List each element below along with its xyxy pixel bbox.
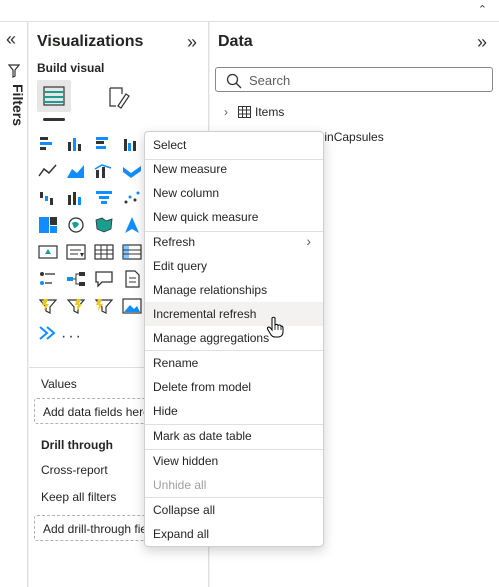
get-more-visuals-icon[interactable] [37, 323, 59, 343]
menu-item-new-column[interactable]: New column [145, 181, 323, 205]
menu-item-incremental-refresh[interactable]: Incremental refresh [145, 302, 323, 326]
waterfall-chart-icon[interactable] [37, 188, 59, 208]
tree-item-items[interactable]: › Items [224, 105, 284, 119]
drill-through-label: Drill through [41, 438, 113, 452]
keep-all-filters-label: Keep all filters [41, 490, 117, 504]
hand-cursor-icon [266, 316, 284, 338]
menu-item-select[interactable]: Select [145, 133, 323, 157]
power-apps-icon[interactable] [65, 296, 87, 316]
menu-item-collapse-all[interactable]: Collapse all [145, 498, 323, 522]
qa-visual-icon[interactable] [93, 269, 115, 289]
azure-map-icon[interactable] [121, 215, 143, 235]
menu-item-new-measure[interactable]: New measure [145, 157, 323, 181]
key-influencers-icon[interactable] [37, 269, 59, 289]
pane-title: Visualizations [37, 33, 144, 50]
build-visual-icon [43, 86, 65, 106]
menu-item-expand-all[interactable]: Expand all [145, 522, 323, 546]
table-icon [238, 106, 251, 118]
build-visual-button[interactable] [37, 80, 71, 112]
menu-item-mark-as-date-table[interactable]: Mark as date table [145, 424, 323, 448]
funnel-icon [8, 64, 20, 78]
smart-narrative-icon[interactable] [121, 269, 143, 289]
menu-item-delete-from-model[interactable]: Delete from model [145, 375, 323, 399]
tree-item-label: Items [255, 105, 285, 119]
line-and-column-chart-icon[interactable] [93, 161, 115, 181]
search-icon [226, 73, 242, 89]
menu-item-edit-query[interactable]: Edit query [145, 254, 323, 278]
more-visuals-ellipsis[interactable]: ··· [61, 328, 83, 346]
menu-item-new-quick-measure[interactable]: New quick measure [145, 205, 323, 229]
selected-indicator [43, 118, 65, 121]
build-visual-label: Build visual [37, 61, 105, 75]
format-brush-icon [109, 87, 130, 109]
menu-item-unhide-all: Unhide all [153, 478, 207, 492]
menu-item-manage-aggregations[interactable]: Manage aggregations [145, 326, 323, 350]
menu-item-manage-relationships[interactable]: Manage relationships [145, 278, 323, 302]
table-icon[interactable] [93, 242, 115, 262]
search-placeholder: Search [249, 73, 291, 88]
chevron-right-icon: › [306, 233, 311, 249]
matrix-icon[interactable] [121, 242, 143, 262]
top-strip: ⌃ [0, 0, 499, 22]
cross-report-label: Cross-report [41, 463, 108, 477]
map-icon[interactable] [65, 215, 87, 235]
double-chevron-right-icon[interactable]: » [477, 32, 487, 53]
paginated-report-icon[interactable] [93, 296, 115, 316]
area-chart-icon[interactable] [65, 161, 87, 181]
filters-label[interactable]: Filters [2, 84, 26, 144]
format-visual-button[interactable] [101, 80, 135, 112]
menu-item-hide[interactable]: Hide [145, 399, 323, 423]
chevron-right-icon[interactable]: › [224, 105, 236, 119]
line-clustered-column-icon[interactable] [65, 188, 87, 208]
menu-item-refresh[interactable]: Refresh › [145, 230, 323, 254]
clustered-bar-chart-icon[interactable] [93, 134, 115, 154]
menu-item-rename[interactable]: Rename [145, 351, 323, 375]
line-chart-icon[interactable] [37, 161, 59, 181]
values-label: Values [41, 377, 77, 391]
image-visual-icon[interactable] [121, 296, 143, 316]
power-automate-icon[interactable] [37, 296, 59, 316]
chevron-up-icon[interactable]: ⌃ [478, 3, 487, 16]
slicer-icon[interactable] [65, 242, 87, 262]
stacked-bar-chart-icon[interactable] [37, 134, 59, 154]
ribbon-chart-icon[interactable] [121, 161, 143, 181]
menu-item-view-hidden[interactable]: View hidden [145, 449, 323, 473]
scatter-chart-icon[interactable] [121, 188, 143, 208]
treemap-icon[interactable] [37, 215, 59, 235]
decomposition-tree-icon[interactable] [65, 269, 87, 289]
clustered-column-chart-icon[interactable] [121, 134, 143, 154]
kpi-icon[interactable] [37, 242, 59, 262]
search-input[interactable]: Search [215, 67, 493, 92]
menu-item-label: Refresh [153, 235, 196, 249]
filters-pane: « Filters [0, 22, 28, 587]
stacked-column-chart-icon[interactable] [65, 134, 87, 154]
double-chevron-left-icon[interactable]: « [6, 30, 16, 48]
double-chevron-right-icon[interactable]: » [187, 32, 197, 53]
funnel-chart-icon[interactable] [93, 188, 115, 208]
context-menu: Select New measure New column New quick … [144, 131, 324, 547]
pane-title: Data [218, 33, 253, 50]
filled-map-icon[interactable] [93, 215, 115, 235]
